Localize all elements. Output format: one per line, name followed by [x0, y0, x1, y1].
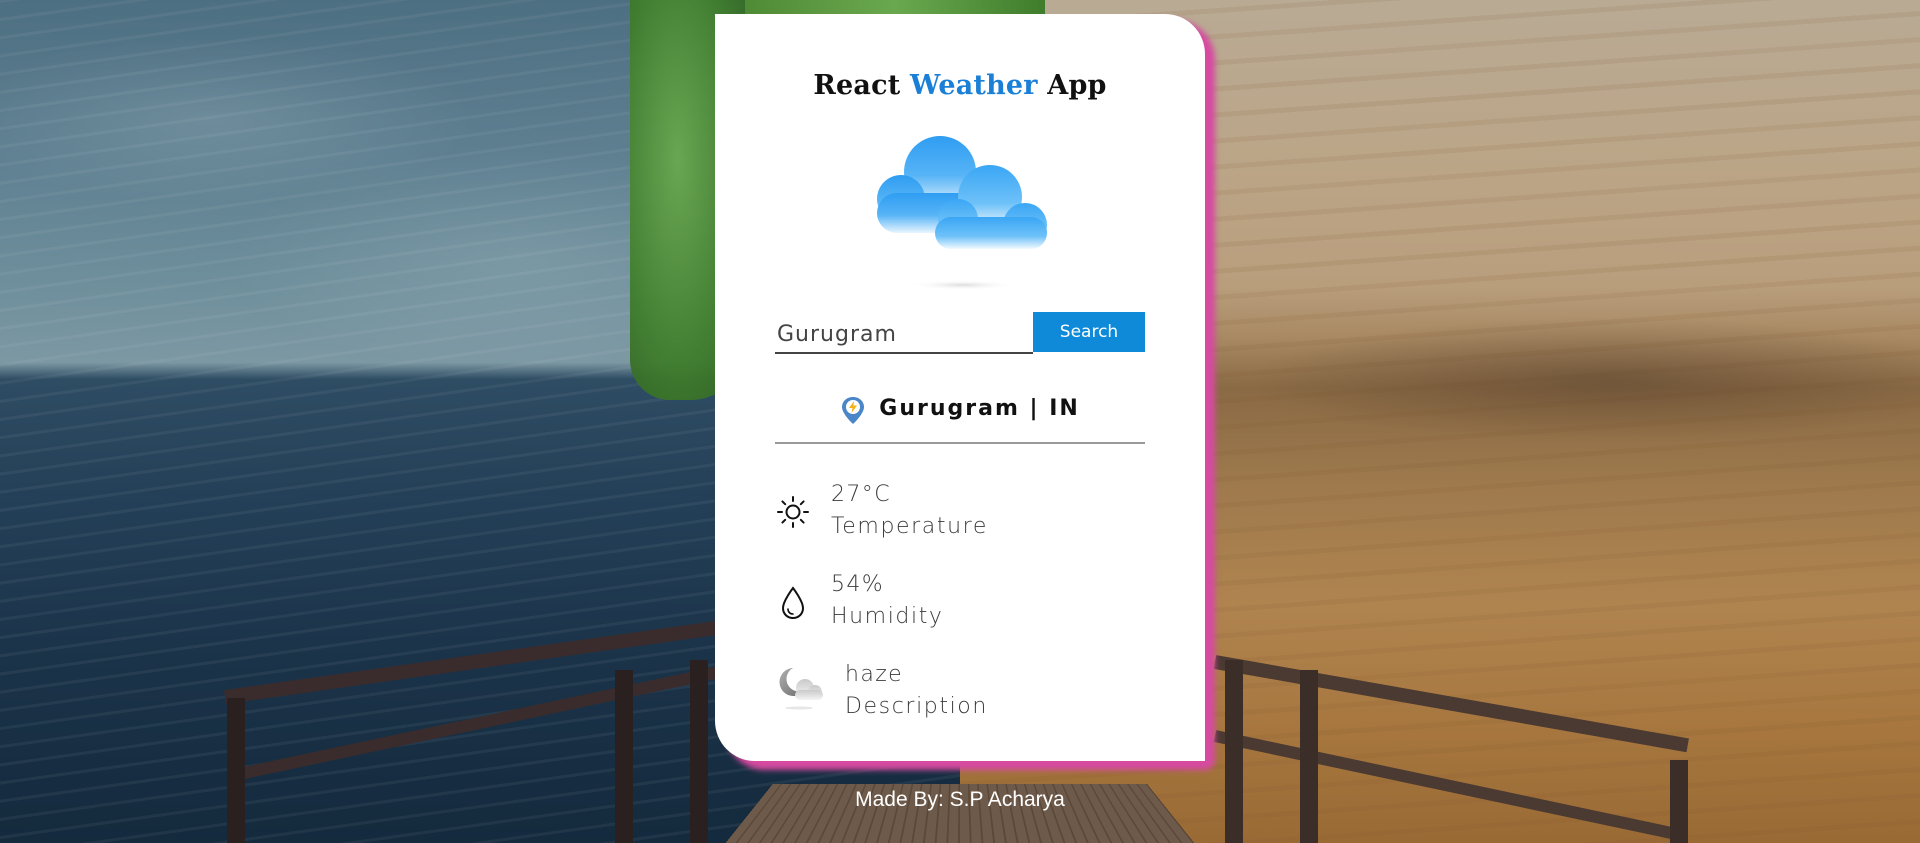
title-part-2: App	[1037, 70, 1107, 101]
humidity-label: Humidity	[831, 604, 944, 629]
location-name: Gurugram | IN	[879, 396, 1080, 421]
city-search-input[interactable]	[775, 316, 1033, 354]
droplet-icon	[781, 586, 805, 620]
pier-post	[690, 660, 708, 843]
app-title: React Weather App	[715, 70, 1205, 101]
weather-card: React Weather App Gurugram Search Gurugr…	[715, 14, 1205, 761]
pier-post	[615, 670, 633, 843]
description-stat: haze Description	[775, 662, 1155, 726]
footer-credit: Made By: S.P Acharya	[855, 788, 1065, 811]
search-button[interactable]: Search	[1033, 312, 1145, 352]
location-pin-icon	[842, 397, 865, 424]
sun-icon	[777, 496, 809, 528]
humidity-stat: 54% Humidity	[775, 572, 1155, 636]
temperature-value: 27°C	[831, 482, 891, 507]
location-header: Gurugram | IN	[775, 392, 1145, 444]
cloud-weather-icon	[877, 136, 1047, 290]
description-value: haze	[845, 662, 904, 687]
temperature-label: Temperature	[831, 514, 988, 539]
haze-icon	[779, 668, 823, 710]
title-accent: Weather	[910, 70, 1038, 101]
title-part-1: React	[813, 70, 910, 101]
pier-post	[1225, 660, 1243, 843]
search-bar: Search	[775, 312, 1145, 364]
humidity-value: 54%	[831, 572, 885, 597]
temperature-stat: 27°C Temperature	[775, 482, 1155, 546]
pier-post	[1300, 670, 1318, 843]
description-label: Description	[845, 694, 988, 719]
pier-post	[227, 698, 245, 843]
